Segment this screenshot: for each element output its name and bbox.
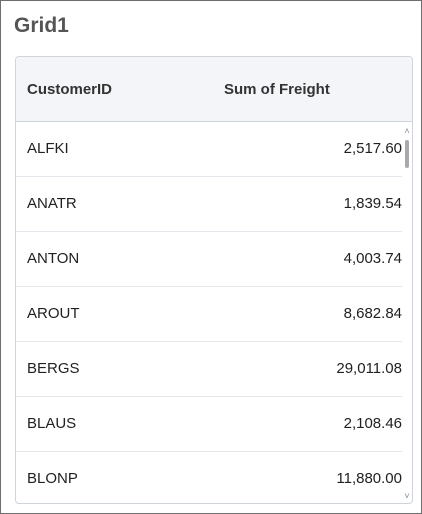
- cell-sum-of-freight: 4,003.74: [343, 250, 402, 267]
- scrollbar-thumb[interactable]: [405, 140, 409, 168]
- cell-customerid: ALFKI: [27, 140, 69, 157]
- table-row[interactable]: BERGS 29,011.08: [16, 342, 402, 397]
- cell-customerid: ANATR: [27, 195, 77, 212]
- cell-sum-of-freight: 29,011.08: [336, 360, 402, 377]
- cell-sum-of-freight: 8,682.84: [343, 305, 402, 322]
- grid-header: CustomerID Sum of Freight: [16, 57, 412, 122]
- cell-sum-of-freight: 2,517.60: [343, 140, 402, 157]
- chevron-up-icon[interactable]: ˄: [402, 126, 412, 136]
- chevron-down-icon[interactable]: ˅: [402, 491, 412, 501]
- table-row[interactable]: ANTON 4,003.74: [16, 232, 402, 287]
- cell-sum-of-freight: 1,839.54: [343, 195, 402, 212]
- vertical-scrollbar[interactable]: ˄ ˅: [402, 122, 412, 503]
- table-row[interactable]: ANATR 1,839.54: [16, 177, 402, 232]
- data-grid: CustomerID Sum of Freight ALFKI 2,517.60…: [15, 56, 413, 504]
- grid-panel: Grid1 CustomerID Sum of Freight ALFKI 2,…: [0, 0, 422, 514]
- cell-customerid: BERGS: [27, 360, 80, 377]
- grid-body: ALFKI 2,517.60 ANATR 1,839.54 ANTON 4,00…: [16, 122, 412, 503]
- cell-sum-of-freight: 11,880.00: [336, 470, 402, 487]
- cell-customerid: ANTON: [27, 250, 80, 267]
- cell-customerid: BLAUS: [27, 415, 77, 432]
- cell-customerid: AROUT: [27, 305, 80, 322]
- cell-sum-of-freight: 2,108.46: [343, 415, 402, 432]
- table-row[interactable]: AROUT 8,682.84: [16, 287, 402, 342]
- table-row[interactable]: BLAUS 2,108.46: [16, 397, 402, 452]
- table-row[interactable]: BLONP 11,880.00: [16, 452, 402, 503]
- table-row[interactable]: ALFKI 2,517.60: [16, 122, 402, 177]
- panel-title: Grid1: [14, 14, 69, 37]
- column-header-sum-of-freight[interactable]: Sum of Freight: [224, 57, 330, 122]
- column-header-customerid[interactable]: CustomerID: [27, 57, 112, 122]
- cell-customerid: BLONP: [27, 470, 78, 487]
